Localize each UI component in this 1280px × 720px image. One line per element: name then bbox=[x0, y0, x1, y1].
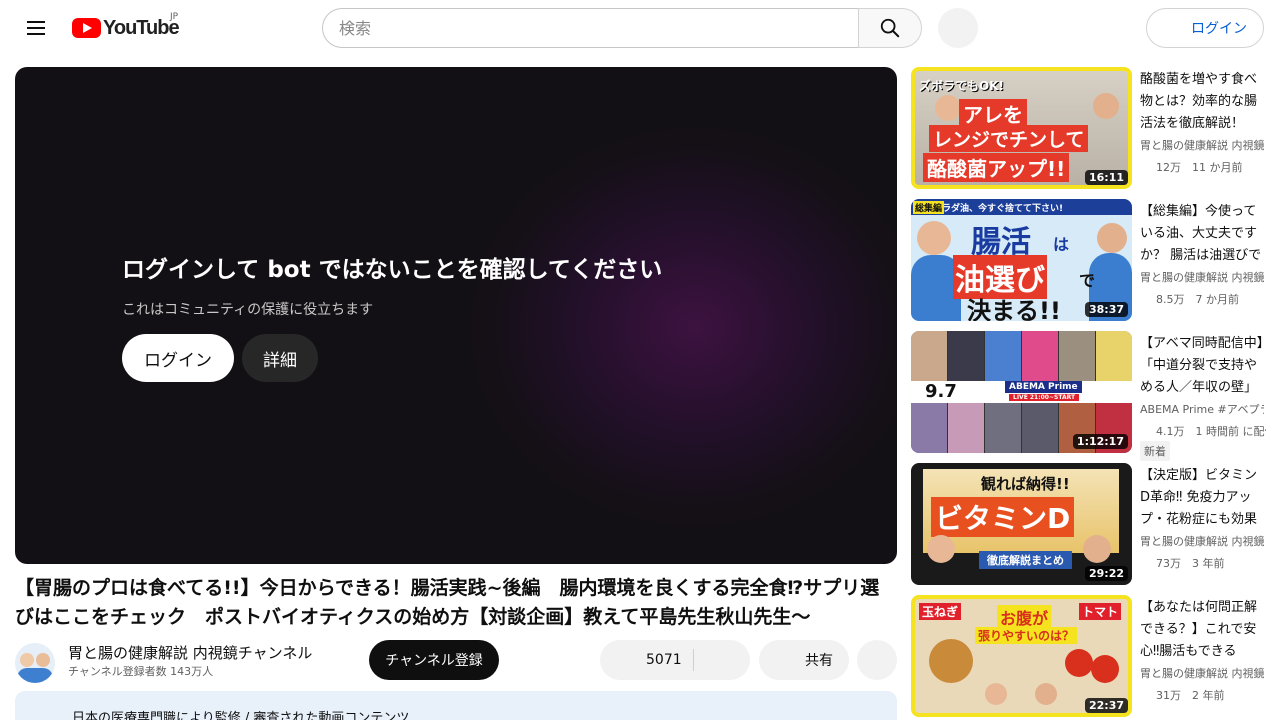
thumb-text: 張りやすいのは？ bbox=[975, 627, 1078, 644]
thumb-text: 観れば納得!! bbox=[981, 475, 1070, 493]
top-header: YouTube JP ログイン bbox=[0, 0, 1280, 56]
recommendation-item[interactable]: 玉ねぎ トマト お腹が 張りやすいのは？ 22:37 【あなたは何問正解できる？… bbox=[911, 595, 1266, 717]
thumb-text: 徹底解説まとめ bbox=[979, 551, 1072, 569]
subscribe-button[interactable]: チャンネル登録 bbox=[369, 640, 499, 680]
video-thumbnail[interactable]: ズボラでもOK! アレを レンジでチンして 酪酸菌アップ!! 16:11 bbox=[911, 67, 1132, 189]
logo-region: JP bbox=[170, 12, 179, 22]
search-icon bbox=[880, 18, 900, 38]
video-title: 【胃腸のプロは食べてる!!】今日からできる！腸活実践~後編 腸内環境を良くする完… bbox=[15, 577, 880, 628]
recommendation-item[interactable]: そのサラダ油、今すぐ捨てて下さい! 総集編 腸活 は 油選び で 決まる!! 3… bbox=[911, 199, 1266, 321]
like-count: 5071 bbox=[646, 652, 682, 668]
recommendation-item[interactable]: 9.7 ABEMA Prime LIVE 21:00~START 1:12:17… bbox=[911, 331, 1266, 461]
recommendation-item[interactable]: ズボラでもOK! アレを レンジでチンして 酪酸菌アップ!! 16:11 酪酸菌… bbox=[911, 67, 1266, 189]
thumb-text: 酪酸菌アップ!! bbox=[923, 153, 1070, 182]
video-thumbnail[interactable]: 玉ねぎ トマト お腹が 張りやすいのは？ 22:37 bbox=[911, 595, 1132, 717]
details-button[interactable]: 詳細 bbox=[242, 334, 318, 382]
search-button[interactable] bbox=[858, 8, 922, 48]
thumb-text: 9.7 bbox=[925, 381, 957, 402]
share-button[interactable]: 共有 bbox=[759, 640, 849, 680]
video-duration: 29:22 bbox=[1084, 566, 1128, 581]
player-login-button[interactable]: ログイン bbox=[122, 334, 234, 382]
bot-check-subtitle: これはコミュニティの保護に役立ちます bbox=[122, 302, 374, 318]
recommendation-meta: 12万 11 か月前 bbox=[1156, 161, 1243, 174]
channel-subscriber-count: チャンネル登録者数 143万人 bbox=[68, 665, 214, 678]
recommendation-title[interactable]: 【総集編】今使っている油、大丈夫ですか？ 腸活は油選びで決まる!! bbox=[1140, 201, 1264, 267]
video-thumbnail[interactable]: 観れば納得!! ビタミンD 徹底解説まとめ 29:22 bbox=[911, 463, 1132, 585]
recommendation-channel[interactable]: 胃と腸の健康解説 内視鏡チャンネル bbox=[1140, 665, 1264, 681]
thumb-text: ズボラでもOK! bbox=[919, 79, 1004, 93]
recommendation-channel[interactable]: 胃と腸の健康解説 内視鏡チャンネル bbox=[1140, 269, 1264, 285]
video-thumbnail[interactable]: そのサラダ油、今すぐ捨てて下さい! 総集編 腸活 は 油選び で 決まる!! 3… bbox=[911, 199, 1132, 321]
recommendation-meta: 31万 2 年前 bbox=[1156, 689, 1225, 702]
menu-icon[interactable] bbox=[16, 8, 56, 48]
thumb-text: アレを bbox=[959, 99, 1027, 128]
signin-label: ログイン bbox=[1191, 21, 1247, 37]
thumb-text: そのサラダ油、今すぐ捨てて下さい! bbox=[911, 199, 1132, 215]
recommendation-title[interactable]: 【決定版】ビタミンD革命‼ 免疫力アップ・花粉症にも効果 bbox=[1140, 465, 1264, 531]
thumb-text: レンジでチンして bbox=[929, 125, 1089, 152]
video-duration: 16:11 bbox=[1084, 170, 1128, 185]
video-duration: 38:37 bbox=[1084, 302, 1128, 317]
recommendation-channel[interactable]: 胃と腸の健康解説 内視鏡チャンネル bbox=[1140, 137, 1264, 153]
recommendation-meta: 4.1万 1 時間前 に配信済み bbox=[1156, 425, 1266, 438]
search-input[interactable] bbox=[339, 18, 859, 38]
logo-text: YouTube bbox=[103, 16, 180, 39]
thumb-text: ABEMA Prime bbox=[1005, 381, 1082, 393]
share-label: 共有 bbox=[805, 653, 833, 669]
recommendation-meta: 8.5万 7 か月前 bbox=[1156, 293, 1239, 306]
thumb-text: ビタミンD bbox=[931, 497, 1075, 537]
bot-check-title: ログインして bot ではないことを確認してください bbox=[122, 257, 663, 283]
thumb-text: は bbox=[1053, 235, 1070, 254]
video-duration: 1:12:17 bbox=[1072, 434, 1128, 449]
thumb-text: で bbox=[1079, 271, 1096, 290]
youtube-logo[interactable]: YouTube JP bbox=[72, 12, 180, 39]
recommendation-title[interactable]: 酪酸菌を増やす食べ物とは？効率的な腸活法を徹底解説！ bbox=[1140, 69, 1264, 135]
like-dislike-divider bbox=[693, 649, 694, 671]
thumb-text: 総集編 bbox=[913, 201, 945, 214]
video-duration: 22:37 bbox=[1084, 698, 1128, 713]
play-logo-icon bbox=[72, 18, 101, 38]
voice-search-button[interactable] bbox=[938, 8, 978, 48]
channel-avatar[interactable] bbox=[15, 643, 55, 683]
channel-name[interactable]: 胃と腸の健康解説 内視鏡チャンネル bbox=[68, 642, 312, 663]
thumb-text: 玉ねぎ bbox=[919, 603, 962, 620]
thumb-text: トマト bbox=[1079, 603, 1122, 620]
thumb-text: LIVE 21:00~START bbox=[1009, 394, 1080, 401]
recommendation-channel[interactable]: 胃と腸の健康解説 内視鏡チャンネル bbox=[1140, 533, 1264, 549]
signin-button[interactable]: ログイン bbox=[1146, 8, 1264, 48]
medical-notice: 日本の医療専門職により監修 / 審査された動画コンテンツ bbox=[15, 691, 897, 720]
thumb-text: 決まる!! bbox=[967, 297, 1061, 321]
recommendation-item[interactable]: 観れば納得!! ビタミンD 徹底解説まとめ 29:22 【決定版】ビタミンD革命… bbox=[911, 463, 1266, 585]
search-box bbox=[322, 8, 859, 48]
video-player[interactable]: ログインして bot ではないことを確認してください これはコミュニティの保護に… bbox=[15, 67, 897, 564]
recommendation-title[interactable]: 【あなたは何問正解できる？】これで安心‼腸活もできる bbox=[1140, 597, 1264, 663]
recommendation-channel[interactable]: ABEMA Prime #アベプラ【公式】 bbox=[1140, 401, 1264, 417]
recommendation-meta: 73万 3 年前 bbox=[1156, 557, 1225, 570]
video-thumbnail[interactable]: 9.7 ABEMA Prime LIVE 21:00~START 1:12:17 bbox=[911, 331, 1132, 453]
recommendation-title[interactable]: 【アベマ同時配信中】「中道分裂で支持やめる人／年収の壁」 bbox=[1140, 333, 1264, 399]
new-badge: 新着 bbox=[1140, 441, 1170, 461]
more-actions-button[interactable] bbox=[857, 640, 897, 680]
like-button[interactable]: 5071 bbox=[600, 640, 750, 680]
thumb-text: お腹が bbox=[997, 605, 1052, 629]
